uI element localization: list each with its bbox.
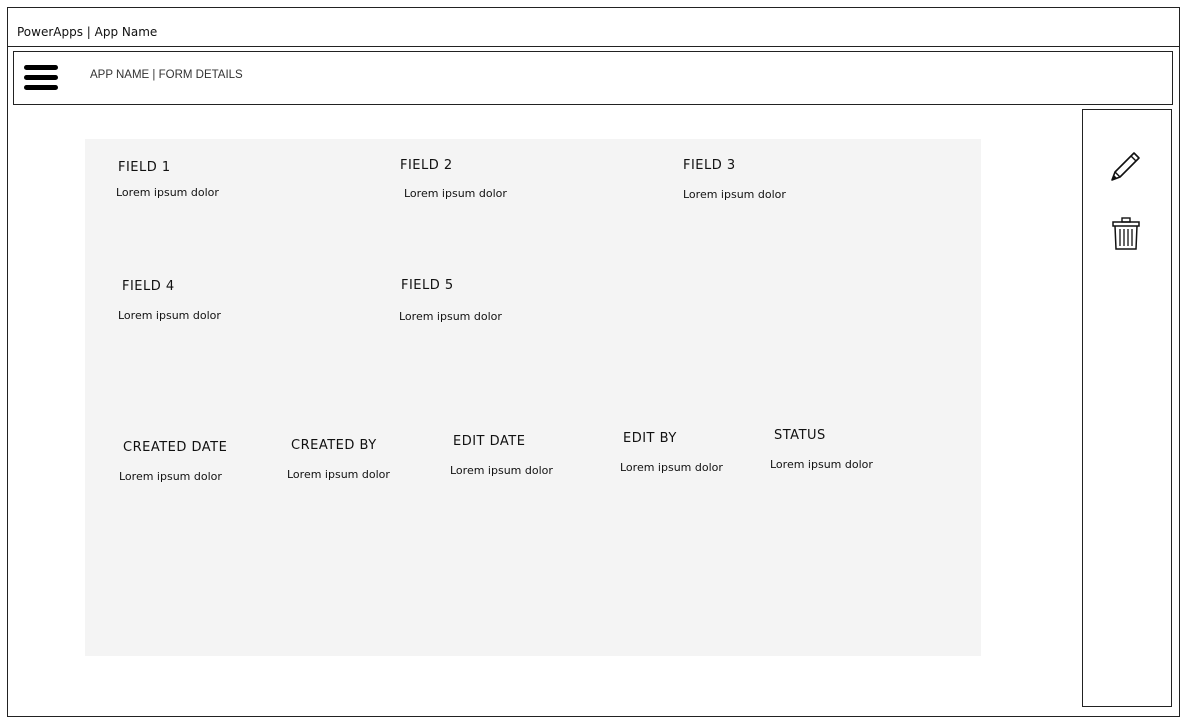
form-details-panel [85,139,981,656]
field-4-value: Lorem ipsum dolor [118,309,221,322]
hamburger-menu-icon[interactable] [24,63,60,93]
field-2-label: FIELD 2 [400,158,453,173]
action-sidebar [1082,109,1172,707]
status-label: STATUS [774,428,826,443]
field-3-value: Lorem ipsum dolor [683,188,786,201]
created-date-value: Lorem ipsum dolor [119,470,222,483]
edit-date-value: Lorem ipsum dolor [450,464,553,477]
field-5-value: Lorem ipsum dolor [399,310,502,323]
field-3-label: FIELD 3 [683,158,736,173]
field-1-value: Lorem ipsum dolor [116,186,219,199]
window-title: PowerApps | App Name [17,25,158,39]
edit-by-label: EDIT BY [623,431,677,446]
field-4-label: FIELD 4 [122,279,175,294]
pencil-icon[interactable] [1108,148,1142,188]
trash-icon[interactable] [1112,217,1140,255]
created-by-value: Lorem ipsum dolor [287,468,390,481]
created-date-label: CREATED DATE [123,440,228,455]
edit-by-value: Lorem ipsum dolor [620,461,723,474]
field-5-label: FIELD 5 [401,278,454,293]
status-value: Lorem ipsum dolor [770,458,873,471]
edit-date-label: EDIT DATE [453,434,526,449]
title-bar [7,7,1180,47]
page-title: APP NAME | FORM DETAILS [90,69,243,81]
created-by-label: CREATED BY [291,438,377,453]
field-1-label: FIELD 1 [118,160,171,175]
field-2-value: Lorem ipsum dolor [404,187,507,200]
